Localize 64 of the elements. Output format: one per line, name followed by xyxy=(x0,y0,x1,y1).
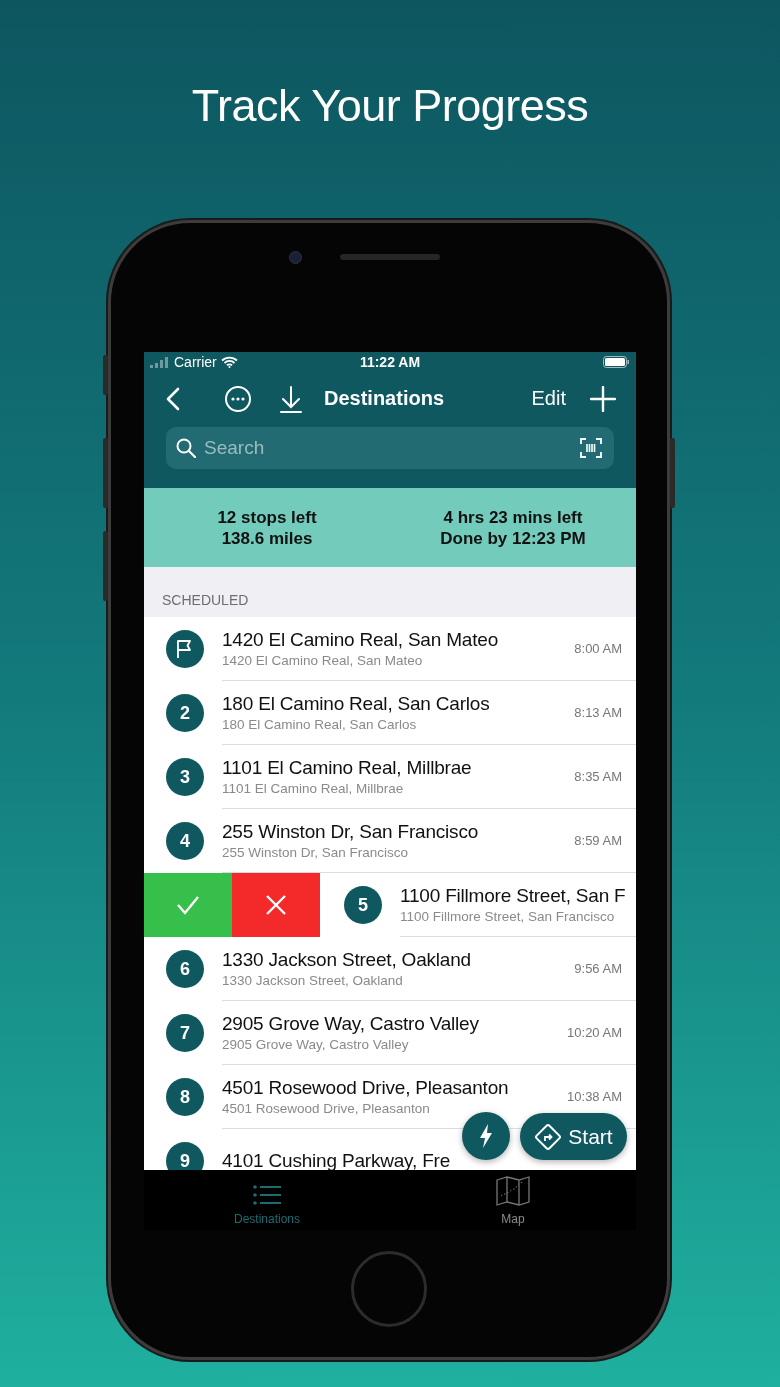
address-subtitle: 1100 Fillmore Street, San Francisco xyxy=(400,909,616,924)
address-subtitle: 1330 Jackson Street, Oakland xyxy=(222,973,404,988)
tab[interactable]: Destinations xyxy=(144,1170,390,1230)
address-title: 1100 Fillmore Street, San F xyxy=(400,885,627,907)
summary-line: 12 stops left xyxy=(216,506,318,528)
arrival-time: 8:00 AM xyxy=(573,641,623,656)
wifi-icon xyxy=(220,356,238,368)
search-field[interactable]: Search xyxy=(204,437,572,459)
barcode-scan-icon[interactable] xyxy=(580,438,602,458)
stop-number: 2 xyxy=(166,694,204,732)
arrival-time: 10:20 AM xyxy=(566,1025,623,1040)
carrier-label: Carrier xyxy=(174,354,217,370)
turn-sign-icon xyxy=(534,1122,563,1151)
headline: Track Your Progress xyxy=(191,80,589,132)
stop-number: 3 xyxy=(166,758,204,796)
stop-number: 7 xyxy=(166,1014,204,1052)
address-title: 1420 El Camino Real, San Mateo xyxy=(222,629,499,651)
stop-number: 9 xyxy=(166,1142,204,1170)
list-icon xyxy=(253,1184,281,1206)
screen-title: Destinations xyxy=(324,387,445,410)
section-header: SCHEDULED xyxy=(162,592,249,608)
flag-icon xyxy=(176,639,194,659)
edit-link[interactable]: Edit xyxy=(531,387,566,410)
check-icon xyxy=(176,895,200,915)
address-title: 4501 Rosewood Drive, Pleasanton xyxy=(222,1077,510,1099)
battery-icon xyxy=(603,356,630,368)
camera xyxy=(289,250,302,264)
stop-number: 8 xyxy=(166,1078,204,1116)
address-title: 2905 Grove Way, Castro Valley xyxy=(222,1013,480,1035)
stop-number: 6 xyxy=(166,950,204,988)
map-icon xyxy=(496,1176,530,1206)
address-title: 1330 Jackson Street, Oakland xyxy=(222,949,472,971)
start-button[interactable]: Start xyxy=(520,1113,627,1160)
tab[interactable]: Map xyxy=(390,1170,636,1230)
address-subtitle: 1420 El Camino Real, San Mateo xyxy=(222,653,424,668)
more-icon[interactable] xyxy=(224,384,252,413)
address-title: 180 El Camino Real, San Carlos xyxy=(222,693,491,715)
stop-number: 5 xyxy=(344,886,382,924)
summary-line: Done by 12:23 PM xyxy=(439,527,587,549)
signal-icon xyxy=(150,356,170,368)
arrival-time: 8:59 AM xyxy=(573,833,623,848)
address-subtitle: 180 El Camino Real, San Carlos xyxy=(222,717,418,732)
address-subtitle: 4501 Rosewood Drive, Pleasanton xyxy=(222,1101,431,1116)
address-title: 255 Winston Dr, San Francisco xyxy=(222,821,480,843)
arrival-time: 8:13 AM xyxy=(573,705,623,720)
lightning-icon xyxy=(479,1124,493,1148)
address-subtitle: 255 Winston Dr, San Francisco xyxy=(222,845,410,860)
arrival-time: 9:56 AM xyxy=(573,961,623,976)
close-icon xyxy=(265,894,287,916)
search-icon xyxy=(176,438,196,458)
stop-number: 4 xyxy=(166,822,204,860)
status-time: 11:22 AM xyxy=(359,354,421,370)
summary-line: 138.6 miles xyxy=(220,527,314,549)
back-icon[interactable] xyxy=(166,386,180,411)
address-title: 4101 Cushing Parkway, Fre xyxy=(222,1149,452,1170)
summary-line: 4 hrs 23 mins left xyxy=(442,506,584,528)
arrival-time: 10:38 AM xyxy=(566,1089,623,1104)
add-icon[interactable] xyxy=(590,385,616,412)
address-subtitle: 1101 El Camino Real, Millbrae xyxy=(222,781,405,796)
download-icon[interactable] xyxy=(280,384,302,413)
arrival-time: 8:35 AM xyxy=(573,769,623,784)
address-subtitle: 2905 Grove Way, Castro Valley xyxy=(222,1037,410,1052)
search-bar[interactable]: Search xyxy=(166,427,614,469)
address-title: 1101 El Camino Real, Millbrae xyxy=(222,757,473,779)
